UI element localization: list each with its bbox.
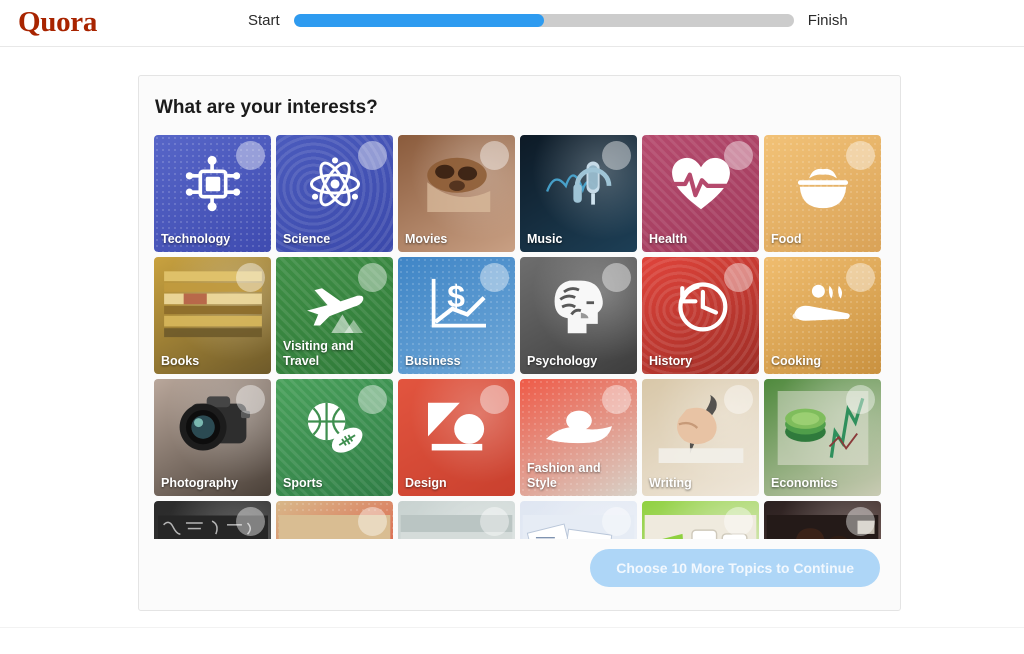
topic-tile-label: History <box>649 354 693 368</box>
topic-tile-label: Visiting and Travel <box>283 339 354 368</box>
topic-tile[interactable]: Movies <box>398 135 515 252</box>
page-title: What are your interests? <box>155 97 378 118</box>
topic-tile[interactable]: Photography <box>154 379 271 496</box>
topic-tile[interactable]: Technology <box>154 135 271 252</box>
topic-tile[interactable]: Music <box>520 135 637 252</box>
topic-tile[interactable]: History <box>642 257 759 374</box>
topic-select-circle-icon[interactable] <box>236 141 265 170</box>
topic-select-circle-icon[interactable] <box>358 263 387 292</box>
quora-logo[interactable]: Quora <box>18 6 97 39</box>
topic-select-circle-icon[interactable] <box>358 507 387 536</box>
topic-select-circle-icon[interactable] <box>724 141 753 170</box>
topic-tile-label: Business <box>405 354 461 368</box>
topic-select-circle-icon[interactable] <box>724 385 753 414</box>
topic-select-circle-icon[interactable] <box>236 385 265 414</box>
topic-tile-label: Food <box>771 232 802 246</box>
interests-card: What are your interests? Technology Scie… <box>138 75 901 611</box>
topic-tile[interactable]: Writing <box>642 379 759 496</box>
topic-tile[interactable]: Fashion and Style <box>520 379 637 496</box>
topic-select-circle-icon[interactable] <box>480 263 509 292</box>
topic-select-circle-icon[interactable] <box>724 507 753 536</box>
progress-bar-track <box>293 14 794 27</box>
topic-tile-label: Science <box>283 232 331 246</box>
topic-tile[interactable]: Economics <box>764 379 881 496</box>
topic-tile[interactable] <box>398 501 515 539</box>
topic-tile-label: Music <box>527 232 563 246</box>
topic-select-circle-icon[interactable] <box>480 385 509 414</box>
topic-tile-label: Movies <box>405 232 448 246</box>
topic-tile[interactable]: I L <box>642 501 759 539</box>
topic-select-circle-icon[interactable] <box>602 141 631 170</box>
topic-tile[interactable]: Books <box>154 257 271 374</box>
topic-select-circle-icon[interactable] <box>846 507 875 536</box>
topic-tile[interactable]: Visiting and Travel <box>276 257 393 374</box>
topic-select-circle-icon[interactable] <box>358 385 387 414</box>
topic-tile-label: Cooking <box>771 354 821 368</box>
topic-select-circle-icon[interactable] <box>602 507 631 536</box>
topic-tile[interactable]: $ Business <box>398 257 515 374</box>
progress-finish-label: Finish <box>807 12 848 29</box>
topic-select-circle-icon[interactable] <box>236 263 265 292</box>
topic-select-circle-icon[interactable] <box>358 141 387 170</box>
progress-start-label: Start <box>248 12 280 29</box>
topic-grid: Technology Science Movies Music Health F… <box>154 135 887 539</box>
topic-select-circle-icon[interactable] <box>602 263 631 292</box>
topic-tile[interactable] <box>520 501 637 539</box>
topic-select-circle-icon[interactable] <box>724 263 753 292</box>
topic-select-circle-icon[interactable] <box>236 507 265 536</box>
topic-tile-label: Economics <box>771 476 838 490</box>
topic-tile[interactable]: Psychology <box>520 257 637 374</box>
topic-tile[interactable] <box>276 501 393 539</box>
continue-button[interactable]: Choose 10 More Topics to Continue <box>590 549 880 587</box>
app-header: Quora Start Finish <box>0 0 1024 47</box>
topic-tile[interactable]: Sports <box>276 379 393 496</box>
topic-select-circle-icon[interactable] <box>846 385 875 414</box>
topic-tile-label: Design <box>405 476 447 490</box>
topic-tile-label: Sports <box>283 476 323 490</box>
topic-tile-label: Books <box>161 354 200 368</box>
topic-tile-label: Writing <box>649 476 692 490</box>
topic-select-circle-icon[interactable] <box>846 263 875 292</box>
topic-tile-label: Fashion and Style <box>527 461 601 490</box>
topic-tile[interactable]: Health <box>642 135 759 252</box>
topic-tile[interactable] <box>764 501 881 539</box>
topic-tile[interactable]: Design <box>398 379 515 496</box>
progress-bar-fill <box>293 14 544 27</box>
topic-select-circle-icon[interactable] <box>846 141 875 170</box>
topic-tile[interactable]: Cooking <box>764 257 881 374</box>
topic-select-circle-icon[interactable] <box>602 385 631 414</box>
topic-select-circle-icon[interactable] <box>480 141 509 170</box>
topic-tile[interactable]: Food <box>764 135 881 252</box>
topic-select-circle-icon[interactable] <box>480 507 509 536</box>
onboarding-progress: Start Finish <box>248 12 848 29</box>
topic-tile-label: Psychology <box>527 354 598 368</box>
topic-tile[interactable]: Science <box>276 135 393 252</box>
topic-tile-label: Technology <box>161 232 231 246</box>
topic-tile-label: Photography <box>161 476 239 490</box>
footer-divider <box>0 627 1024 628</box>
topic-tile[interactable] <box>154 501 271 539</box>
topic-tile-label: Health <box>649 232 688 246</box>
